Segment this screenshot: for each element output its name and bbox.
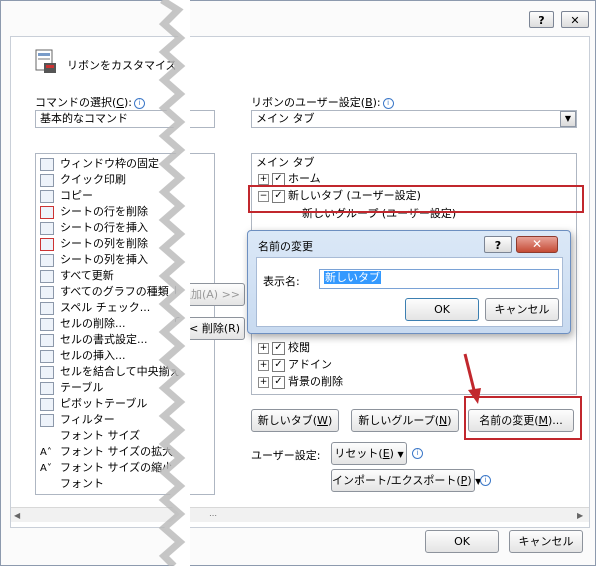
insert-rows-icon bbox=[40, 221, 54, 235]
list-item[interactable]: コピー bbox=[40, 188, 93, 204]
format-cells-icon bbox=[40, 333, 54, 347]
scroll-right-icon: ▶ bbox=[577, 511, 584, 520]
cancel-button[interactable]: キャンセル bbox=[509, 530, 583, 553]
filter-icon bbox=[40, 413, 54, 427]
scroll-left-icon: ◀ bbox=[14, 511, 21, 520]
display-name-field[interactable]: 新しいタブ bbox=[319, 269, 559, 289]
ok-button[interactable]: OK bbox=[425, 530, 499, 553]
ribbon-tabs-combo[interactable]: メイン タブ ▼ bbox=[251, 110, 577, 128]
list-item[interactable]: スペル チェック... bbox=[40, 300, 150, 316]
info-icon: i bbox=[480, 475, 491, 486]
merge-center-icon bbox=[40, 365, 54, 379]
dialog-help-button[interactable]: ? bbox=[484, 236, 512, 253]
dialog-body: 表示名: 新しいタブ OK キャンセル bbox=[256, 257, 563, 327]
list-item[interactable]: すべて更新 bbox=[40, 268, 114, 284]
refresh-all-icon bbox=[40, 269, 54, 283]
list-item[interactable]: セルの挿入... bbox=[40, 348, 126, 364]
list-item[interactable]: シートの列を削除 bbox=[40, 236, 148, 252]
delete-rows-icon bbox=[40, 205, 54, 219]
display-name-label: 表示名: bbox=[263, 275, 300, 288]
torn-edge bbox=[158, 0, 190, 566]
red-arrow-annotation bbox=[463, 353, 481, 404]
grow-font-icon: A˄ bbox=[40, 446, 52, 458]
ribbon-options-icon bbox=[35, 49, 57, 75]
spell-check-icon bbox=[40, 301, 54, 315]
dialog-close-button[interactable]: ✕ bbox=[516, 236, 558, 253]
insert-cells-icon bbox=[40, 349, 54, 363]
chart-types-icon bbox=[40, 285, 54, 299]
info-icon: i bbox=[382, 97, 394, 109]
highlight-new-tab bbox=[248, 185, 584, 213]
list-item[interactable]: シートの行を削除 bbox=[40, 204, 148, 220]
list-item[interactable]: フィルター bbox=[40, 412, 115, 428]
dialog-ok-button[interactable]: OK bbox=[405, 298, 479, 321]
pivot-table-icon bbox=[40, 397, 54, 411]
list-item[interactable]: ウィンドウ枠の固定 bbox=[40, 156, 159, 172]
dialog-title: 名前の変更 bbox=[258, 240, 313, 253]
tree-item-background-removal[interactable]: + ✓ 背景の削除 bbox=[258, 374, 343, 390]
scroll-thumb-grip: ⋯ bbox=[209, 511, 217, 520]
delete-cells-icon bbox=[40, 317, 54, 331]
shrink-font-icon: A˅ bbox=[40, 462, 52, 474]
tree-header: メイン タブ bbox=[256, 156, 315, 169]
list-item[interactable]: フォント サイズ bbox=[40, 428, 140, 444]
info-icon: i bbox=[412, 448, 423, 459]
table-icon bbox=[40, 381, 54, 395]
quick-print-icon bbox=[40, 173, 54, 187]
window-close-button[interactable]: ✕ bbox=[561, 11, 589, 28]
list-item[interactable]: ピボットテーブル bbox=[40, 396, 147, 412]
reset-button[interactable]: リセット(E) ▼ bbox=[331, 442, 407, 465]
freeze-panes-icon bbox=[40, 157, 54, 171]
dialog-cancel-button[interactable]: キャンセル bbox=[485, 298, 559, 321]
command-source-label: コマンドの選択(C): i bbox=[35, 94, 145, 110]
list-item[interactable]: セルの削除... bbox=[40, 316, 126, 332]
list-item[interactable]: シートの列を挿入 bbox=[40, 252, 148, 268]
list-item[interactable]: クイック印刷 bbox=[40, 172, 126, 188]
new-group-button[interactable]: 新しいグループ(N) bbox=[351, 409, 459, 432]
import-export-button[interactable]: インポート/エクスポート(P) ▼ bbox=[331, 469, 481, 492]
horizontal-scrollbar[interactable]: ◀ ⋯ ▶ bbox=[11, 507, 589, 522]
ribbon-customize-label: リボンのユーザー設定(B): i bbox=[251, 94, 394, 110]
insert-columns-icon bbox=[40, 253, 54, 267]
tree-item-addins[interactable]: + ✓ アドイン bbox=[258, 357, 332, 373]
delete-columns-icon bbox=[40, 237, 54, 251]
info-icon: i bbox=[133, 97, 145, 109]
rename-dialog: 名前の変更 ? ✕ 表示名: 新しいタブ OK キャンセル bbox=[247, 230, 571, 334]
new-tab-button[interactable]: 新しいタブ(W) bbox=[251, 409, 339, 432]
tree-item-review[interactable]: + ✓ 校閲 bbox=[258, 340, 310, 356]
help-button[interactable]: ? bbox=[529, 11, 554, 28]
copy-icon bbox=[40, 189, 54, 203]
chevron-down-icon[interactable]: ▼ bbox=[560, 111, 576, 127]
list-item[interactable]: フォント bbox=[40, 476, 104, 492]
user-setting-label: ユーザー設定: bbox=[251, 449, 321, 462]
list-item[interactable]: シートの行を挿入 bbox=[40, 220, 148, 236]
list-item[interactable]: セルの書式設定... bbox=[40, 332, 148, 348]
list-item[interactable]: テーブル bbox=[40, 380, 103, 396]
